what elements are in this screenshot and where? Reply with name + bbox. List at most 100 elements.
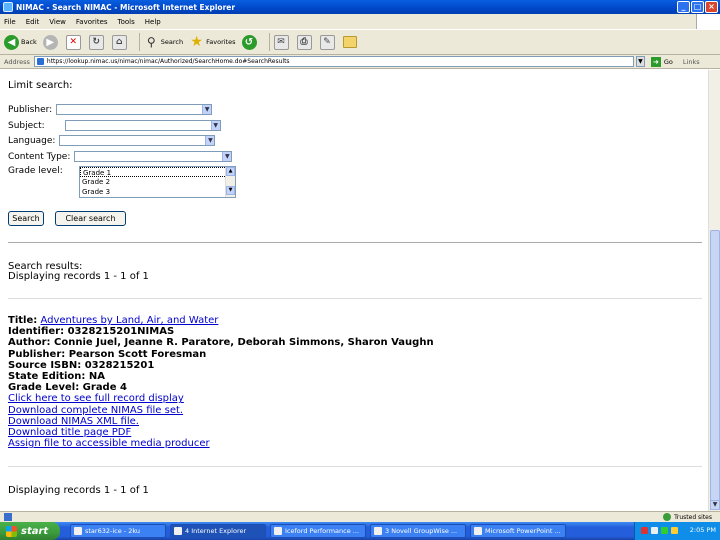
scrollbar-thumb[interactable] [710, 230, 720, 501]
divider [8, 466, 702, 467]
grade-level-row: Grade level: [8, 166, 67, 176]
content-type-row: Content Type: ▼ [8, 151, 233, 162]
record-publisher: Publisher: Pearson Scott Foresman [8, 348, 207, 360]
taskbar-item[interactable]: star632-ice - 2ku [70, 524, 166, 538]
toolbar-separator [138, 33, 140, 51]
listbox-scrollbar[interactable]: ▲ ▼ [225, 167, 235, 197]
limit-search-heading: Limit search: [8, 80, 73, 91]
grade-option[interactable]: Grade 2 [80, 177, 235, 187]
record-grade-level: Grade Level: Grade 4 [8, 382, 127, 394]
language-label: Language: [8, 135, 56, 146]
chevron-down-icon: ▼ [202, 105, 212, 114]
back-arrow-icon: ◀ [4, 34, 19, 50]
scroll-down-icon[interactable]: ▼ [710, 500, 720, 510]
chevron-down-icon: ▼ [222, 152, 232, 161]
tray-icon[interactable] [641, 527, 648, 534]
folder-button[interactable] [342, 36, 359, 48]
menu-favorites[interactable]: Favorites [76, 18, 108, 26]
menu-tools[interactable]: Tools [118, 18, 135, 26]
record-title-link[interactable]: Adventures by Land, Air, and Water [40, 315, 218, 326]
tray-icon[interactable] [661, 527, 668, 534]
menu-file[interactable]: File [4, 18, 16, 26]
ie-app-icon [3, 2, 13, 12]
security-zone: Trusted sites [663, 513, 712, 521]
content-type-label: Content Type: [8, 151, 71, 162]
taskbar-item[interactable]: Microsoft PowerPoint ... [470, 524, 566, 538]
language-select[interactable]: ▼ [59, 135, 216, 146]
address-input[interactable]: https://lookup.nimac.us/nimac/nimac/Auth… [33, 56, 634, 67]
edit-icon: ✎ [319, 34, 335, 50]
publisher-label: Publisher: [8, 104, 53, 115]
menu-bar: File Edit View Favorites Tools Help [0, 14, 720, 29]
maximize-button[interactable]: □ [691, 1, 704, 13]
zone-label: Trusted sites [674, 513, 712, 521]
status-bar: Trusted sites [0, 511, 720, 522]
toolbar: ◀ Back ▶ ✕ ↻ ⌂ ⚲ Search ★ Favorites ↺ ✉ … [0, 29, 720, 55]
menu-view[interactable]: View [49, 18, 66, 26]
content-type-select[interactable]: ▼ [74, 151, 233, 162]
publisher-row: Publisher: ▼ [8, 104, 213, 115]
taskbar: start star632-ice - 2ku 4 Internet Explo… [0, 522, 720, 540]
record-identifier: Identifier: 0328215201NIMAS [8, 326, 175, 338]
close-button[interactable]: × [705, 1, 718, 13]
print-button[interactable]: ⎙ [296, 34, 314, 50]
page-content: Limit search: Publisher: ▼ Subject: ▼ La… [0, 70, 708, 511]
system-tray: 2:05 PM [634, 522, 720, 540]
search-label: Search [160, 38, 184, 46]
home-button[interactable]: ⌂ [111, 34, 129, 50]
chevron-down-icon: ▼ [210, 121, 220, 130]
links-button[interactable]: Links [683, 58, 700, 66]
windows-flag-icon [6, 525, 17, 537]
clear-search-button[interactable]: Clear search [55, 211, 126, 226]
search-button[interactable]: ⚲ Search [144, 35, 183, 50]
displaying-records-bottom: Displaying records 1 - 1 of 1 [8, 485, 149, 496]
trusted-sites-icon [663, 513, 672, 521]
stop-button[interactable]: ✕ [65, 34, 83, 50]
menu-edit[interactable]: Edit [26, 18, 40, 26]
home-icon: ⌂ [111, 34, 127, 50]
history-button[interactable]: ↺ [241, 34, 259, 50]
grade-option[interactable]: Grade 3 [80, 187, 235, 197]
chevron-up-icon[interactable]: ▲ [226, 167, 235, 176]
menu-help[interactable]: Help [145, 18, 161, 26]
page-scrollbar[interactable]: ▼ [708, 70, 720, 511]
grade-option[interactable]: Grade 1 [80, 167, 235, 177]
page-done-icon [4, 513, 12, 521]
title-label: Title: [8, 315, 38, 326]
refresh-button[interactable]: ↻ [88, 34, 106, 50]
subject-select[interactable]: ▼ [64, 120, 221, 131]
publisher-select[interactable]: ▼ [56, 104, 213, 115]
history-icon: ↺ [241, 34, 257, 50]
download-title-pdf-link[interactable]: Download title page PDF [8, 427, 131, 438]
address-dropdown-icon[interactable]: ▼ [635, 56, 645, 67]
mail-button[interactable]: ✉ [273, 34, 291, 50]
go-button[interactable]: ➜ Go [650, 56, 673, 67]
record-title: Title: Adventures by Land, Air, and Wate… [8, 315, 434, 326]
taskbar-item[interactable]: 3 Novell GroupWise ... [370, 524, 466, 538]
folder-icon [342, 36, 357, 48]
minimize-button[interactable]: _ [677, 1, 690, 13]
search-result-record: Title: Adventures by Land, Air, and Wate… [8, 315, 434, 449]
tray-icon[interactable] [651, 527, 658, 534]
taskbar-item[interactable]: 4 Internet Explorer [170, 524, 266, 538]
full-record-link[interactable]: Click here to see full record display [8, 393, 184, 404]
taskbar-item[interactable]: Iceford Performance ... [270, 524, 366, 538]
download-nimas-fileset-link[interactable]: Download complete NIMAS file set. [8, 405, 183, 416]
start-button[interactable]: start [0, 522, 60, 540]
favorites-button[interactable]: ★ Favorites [189, 34, 236, 50]
search-submit-button[interactable]: Search [8, 211, 44, 226]
forward-arrow-icon: ▶ [42, 34, 58, 50]
tray-icon[interactable] [671, 527, 678, 534]
start-label: start [21, 525, 49, 537]
stop-icon: ✕ [65, 34, 81, 50]
record-state-edition: State Edition: NA [8, 371, 105, 383]
favorites-label: Favorites [206, 38, 236, 46]
assign-file-link[interactable]: Assign file to accessible media producer [8, 438, 210, 449]
forward-button[interactable]: ▶ [42, 34, 60, 50]
search-icon: ⚲ [146, 34, 156, 49]
grade-level-listbox[interactable]: Grade 1 Grade 2 Grade 3 ▲ ▼ [79, 166, 236, 198]
edit-button[interactable]: ✎ [319, 34, 337, 50]
chevron-down-icon[interactable]: ▼ [226, 186, 235, 195]
back-button[interactable]: ◀ Back [4, 34, 37, 50]
download-xml-link[interactable]: Download NIMAS XML file. [8, 416, 139, 427]
